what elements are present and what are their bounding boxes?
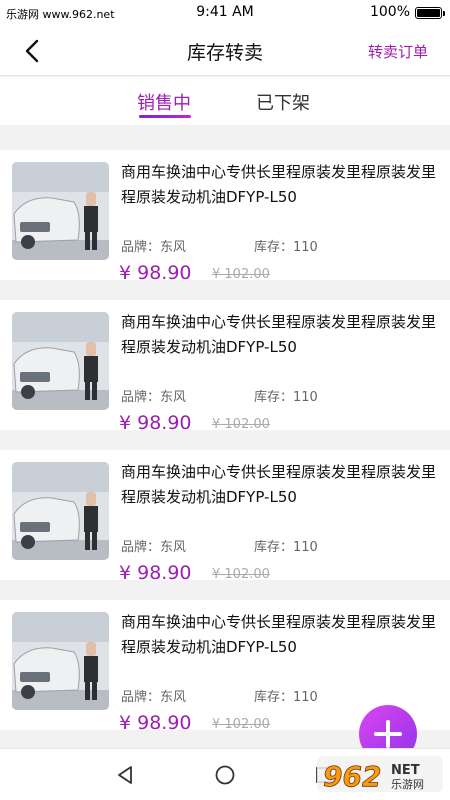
product-name: 商用车换油中心专供长里程原装发里程原装发里程原装发动机油DFYP-L50 <box>121 463 437 506</box>
product-original-price: ¥ 102.00 <box>212 267 270 282</box>
site-watermark-logo: 962 NET 乐游网 <box>315 752 445 796</box>
product-card[interactable]: 商用车换油中心专供长里程原装发里程原装发里程原装发动机油DFYP-L50 品牌：… <box>0 300 450 434</box>
svg-text:962: 962 <box>323 760 381 793</box>
nav-bar: 库存转卖 转卖订单 <box>0 26 450 76</box>
product-original-price: ¥ 102.00 <box>212 717 270 732</box>
product-brand: 品牌：东风 <box>121 390 187 405</box>
triangle-back-icon <box>118 766 132 784</box>
battery-percent: 100% <box>369 4 410 20</box>
product-image <box>12 312 109 410</box>
product-card[interactable]: 商用车换油中心专供长里程原装发里程原装发里程原装发动机油DFYP-L50 品牌：… <box>0 450 450 584</box>
resale-orders-link[interactable]: 转卖订单 <box>368 41 428 62</box>
circle-home-icon <box>215 765 235 785</box>
product-stock: 库存：110 <box>254 540 318 555</box>
product-price: ¥ 98.90 <box>119 412 192 434</box>
tab-off-shelf[interactable]: 已下架 <box>256 89 310 115</box>
product-original-price: ¥ 102.00 <box>212 567 270 582</box>
product-brand: 品牌：东风 <box>121 240 187 255</box>
product-brand: 品牌：东风 <box>121 540 187 555</box>
product-name: 商用车换油中心专供长里程原装发里程原装发里程原装发动机油DFYP-L50 <box>121 313 437 356</box>
nav-home-button[interactable] <box>213 763 237 787</box>
active-tab-indicator <box>139 115 191 118</box>
nav-back-button[interactable] <box>113 763 137 787</box>
product-stock: 库存：110 <box>254 240 318 255</box>
tab-on-sale[interactable]: 销售中 <box>137 89 191 115</box>
product-brand: 品牌：东风 <box>121 690 187 705</box>
product-name: 商用车换油中心专供长里程原装发里程原装发里程原装发动机油DFYP-L50 <box>121 613 437 656</box>
product-card[interactable]: 商用车换油中心专供长里程原装发里程原装发里程原装发动机油DFYP-L50 品牌：… <box>0 150 450 284</box>
product-price: ¥ 98.90 <box>119 712 192 734</box>
product-image <box>12 162 109 260</box>
product-image <box>12 612 109 710</box>
svg-text:NET: NET <box>391 763 420 778</box>
product-stock: 库存：110 <box>254 690 318 705</box>
product-stock: 库存：110 <box>254 390 318 405</box>
product-image <box>12 462 109 560</box>
tab-bar: 销售中 已下架 <box>0 77 450 125</box>
product-price: ¥ 98.90 <box>119 262 192 284</box>
product-name: 商用车换油中心专供长里程原装发里程原装发里程原装发动机油DFYP-L50 <box>121 163 437 206</box>
product-original-price: ¥ 102.00 <box>212 417 270 432</box>
svg-text:乐游网: 乐游网 <box>391 778 424 791</box>
product-price: ¥ 98.90 <box>119 562 192 584</box>
status-bar: 乐游网 www.962.net 9:41 AM 100% <box>0 0 450 26</box>
battery-icon <box>415 7 445 19</box>
